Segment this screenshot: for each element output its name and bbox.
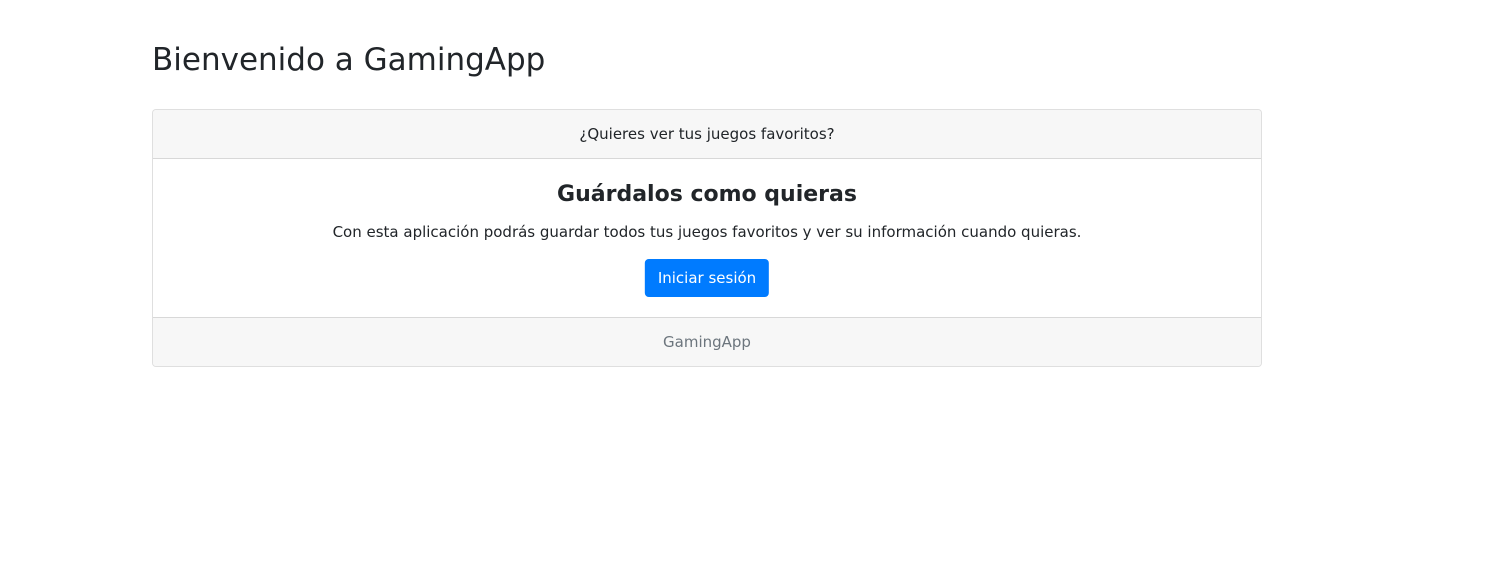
card-description: Con esta aplicación podrás guardar todos… [332, 223, 1082, 241]
login-button[interactable]: Iniciar sesión [644, 259, 770, 297]
card-header: ¿Quieres ver tus juegos favoritos? [153, 110, 1261, 159]
card-title: Guárdalos como quieras [557, 182, 857, 207]
card-footer: GamingApp [153, 317, 1261, 366]
page-title: Bienvenido a GamingApp [152, 42, 546, 78]
welcome-card: ¿Quieres ver tus juegos favoritos? Guárd… [152, 109, 1262, 367]
card-body: Guárdalos como quieras Con esta aplicaci… [153, 159, 1261, 317]
